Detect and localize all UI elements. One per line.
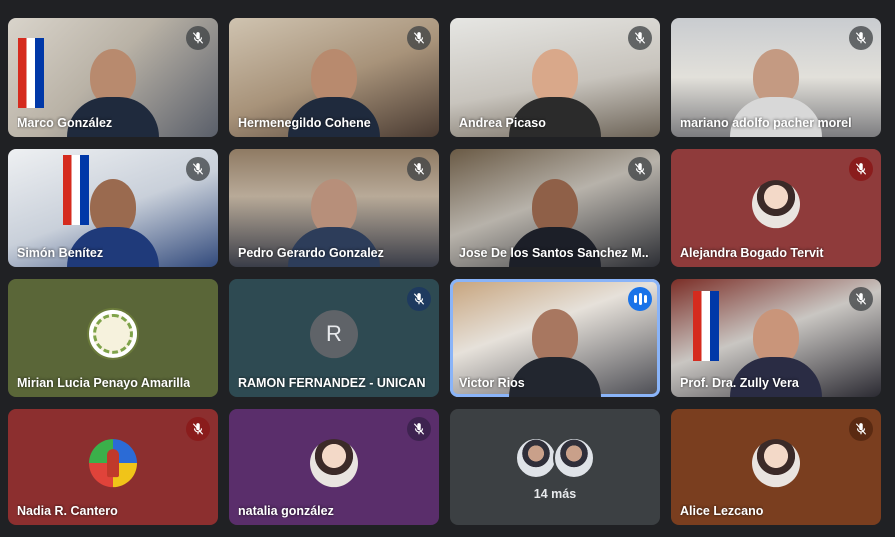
more-participants-label: 14 más — [533, 487, 577, 501]
participant-tile-natalia-gonzalez[interactable]: natalia gonzález — [229, 409, 439, 525]
avatar: R — [310, 310, 358, 359]
participant-name: Hermenegildo Cohene — [238, 116, 371, 130]
participant-name: Prof. Dra. Zully Vera — [680, 376, 799, 390]
mic-off-icon[interactable] — [849, 287, 873, 311]
participant-name: Nadia R. Cantero — [17, 504, 118, 518]
participant-tile-jose-sanchez[interactable]: Jose De los Santos Sanchez M... — [450, 149, 660, 267]
mic-off-icon[interactable] — [186, 157, 210, 181]
mic-off-icon[interactable] — [186, 26, 210, 50]
mic-off-icon[interactable] — [849, 157, 873, 181]
mic-off-icon[interactable] — [407, 26, 431, 50]
mic-off-icon[interactable] — [628, 26, 652, 50]
participant-tile-nadia-cantero[interactable]: Nadia R. Cantero — [8, 409, 218, 525]
mic-off-icon[interactable] — [186, 417, 210, 441]
avatar — [310, 439, 358, 488]
participant-name: Alejandra Bogado Tervit — [680, 246, 824, 260]
participant-tile-mariano-pacher-morel[interactable]: mariano adolfo pacher morel — [671, 18, 881, 137]
participant-name: Marco González — [17, 116, 113, 130]
participant-name: Alice Lezcano — [680, 504, 764, 518]
avatar — [87, 307, 139, 360]
participant-tile-simon-benitez[interactable]: Simón Benítez — [8, 149, 218, 267]
participant-name: RAMON FERNANDEZ - UNICAN — [238, 376, 426, 390]
participant-name: Mirian Lucia Penayo Amarilla — [17, 376, 191, 390]
mic-off-icon[interactable] — [849, 417, 873, 441]
participant-tile-pedro-gerardo-gonzalez[interactable]: Pedro Gerardo Gonzalez — [229, 149, 439, 267]
participant-tile-andrea-picaso[interactable]: Andrea Picaso — [450, 18, 660, 137]
participant-name: mariano adolfo pacher morel — [680, 116, 852, 130]
mic-off-icon[interactable] — [407, 157, 431, 181]
mic-off-icon[interactable] — [849, 26, 873, 50]
participant-tile-alice-lezcano[interactable]: Alice Lezcano — [671, 409, 881, 525]
participant-grid: Marco González Hermenegildo Cohene Andre… — [8, 18, 881, 525]
participant-name: Pedro Gerardo Gonzalez — [238, 246, 384, 260]
more-participants-tile[interactable]: 14 más — [450, 409, 660, 525]
audio-level-icon — [628, 287, 652, 311]
participant-tile-marco-gonzalez[interactable]: Marco González — [8, 18, 218, 137]
mic-off-icon[interactable] — [407, 417, 431, 441]
mic-off-icon[interactable] — [628, 157, 652, 181]
participant-tile-alejandra-bogado-tervit[interactable]: Alejandra Bogado Tervit — [671, 149, 881, 267]
paraguay-flag — [693, 291, 719, 361]
participant-name: Victor Rios — [459, 376, 525, 390]
participant-name: Jose De los Santos Sanchez M... — [459, 246, 649, 260]
participant-tile-mirian-penayo-amarilla[interactable]: Mirian Lucia Penayo Amarilla — [8, 279, 218, 397]
avatar — [89, 439, 137, 488]
participant-tile-victor-rios[interactable]: Victor Rios — [450, 279, 660, 397]
participant-tile-ramon-fernandez[interactable]: R RAMON FERNANDEZ - UNICAN — [229, 279, 439, 397]
more-participants-avatars — [515, 437, 595, 479]
avatar — [752, 180, 800, 229]
participant-name: Andrea Picaso — [459, 116, 546, 130]
participant-tile-zully-vera[interactable]: Prof. Dra. Zully Vera — [671, 279, 881, 397]
participant-name: Simón Benítez — [17, 246, 104, 260]
avatar — [515, 437, 557, 479]
avatar — [752, 439, 800, 488]
mic-off-icon[interactable] — [407, 287, 431, 311]
paraguay-flag — [18, 38, 44, 108]
avatar — [553, 437, 595, 479]
participant-tile-hermenegildo-cohene[interactable]: Hermenegildo Cohene — [229, 18, 439, 137]
participant-name: natalia gonzález — [238, 504, 334, 518]
